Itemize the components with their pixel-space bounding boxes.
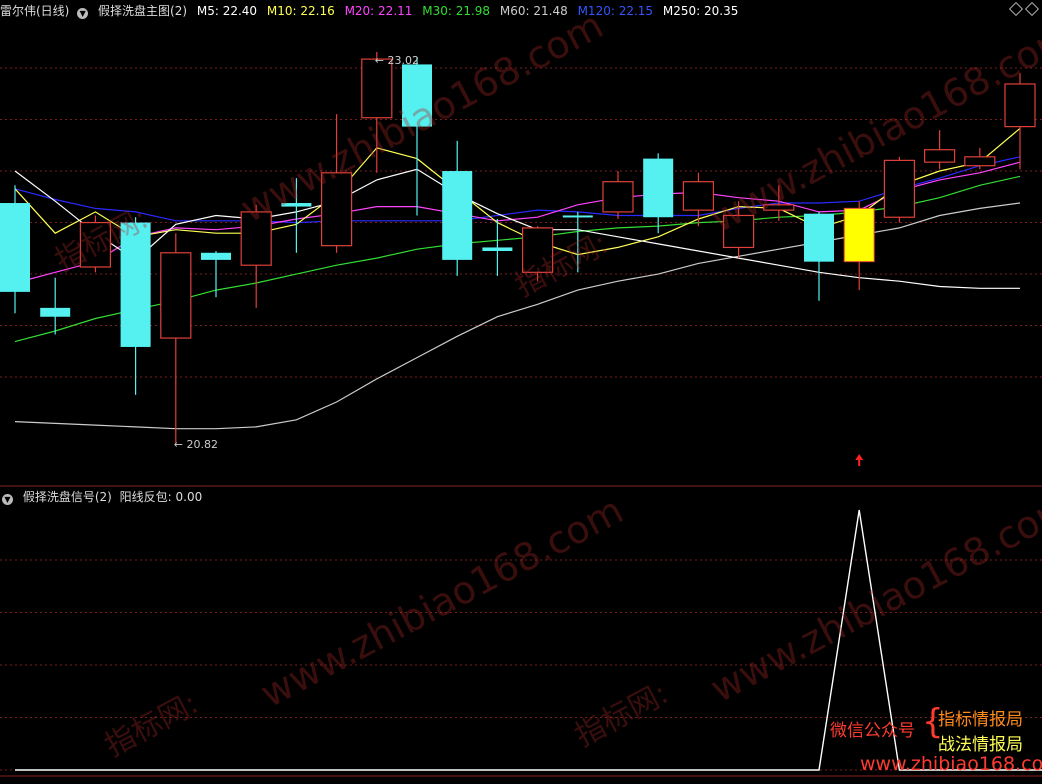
candle-body bbox=[1004, 83, 1036, 128]
candle-body bbox=[402, 64, 432, 127]
main-chart-header: 雷尔伟(日线) ▼ 假择洗盘主图(2) M5: 22.40 M10: 22.16… bbox=[0, 1, 744, 21]
chart-stage: ← 23.02 ← 20.82 www.zhibiao168.com www.zh… bbox=[0, 0, 1042, 780]
promo-line1: 指标情报局 bbox=[938, 710, 1023, 730]
high-annotation: ← 23.02 bbox=[375, 54, 419, 67]
sub-indicator-name: 假择洗盘信号(2) bbox=[22, 490, 112, 504]
signal-candle-body bbox=[843, 207, 875, 263]
candle-body bbox=[682, 181, 715, 211]
candle-body bbox=[804, 213, 834, 262]
candle-body bbox=[361, 58, 393, 119]
candle-body bbox=[240, 211, 272, 266]
candle-body bbox=[442, 171, 473, 260]
candle-body bbox=[763, 204, 795, 211]
ma-label-m30: M30: 21.98 bbox=[422, 4, 491, 18]
candle-body bbox=[923, 149, 956, 163]
candle-body bbox=[160, 252, 192, 339]
candle-body bbox=[201, 252, 231, 260]
promo-url: www.zhibiao168.com bbox=[860, 753, 1042, 775]
candle-body bbox=[40, 307, 71, 317]
chart-canvas: ← 23.02 ← 20.82 bbox=[0, 51, 1042, 777]
candle-body bbox=[120, 222, 151, 347]
candle-body bbox=[562, 215, 593, 218]
candle-body bbox=[281, 203, 312, 207]
chevron-down-icon[interactable]: ▼ bbox=[77, 8, 89, 19]
candle-body bbox=[643, 158, 674, 218]
ma-label-m250: M250: 20.35 bbox=[662, 4, 739, 18]
low-annotation: ← 20.82 bbox=[174, 438, 218, 451]
candle-body bbox=[79, 221, 112, 268]
ma-label-m20: M20: 22.11 bbox=[344, 4, 413, 18]
candle-body bbox=[722, 214, 755, 249]
ma-label-m10: M10: 22.16 bbox=[266, 4, 335, 18]
ma-label-m60: M60: 21.48 bbox=[499, 4, 568, 18]
candle-body bbox=[883, 159, 916, 218]
candle-body bbox=[0, 203, 30, 292]
stock-title: 雷尔伟(日线) bbox=[0, 4, 70, 18]
sub-chart-header: ▼ 假择洗盘信号(2) 阳线反包: 0.00 bbox=[0, 487, 208, 507]
ma-label-m120: M120: 22.15 bbox=[577, 4, 654, 18]
candle-body bbox=[964, 156, 996, 167]
promo-wechat: 微信公众号 bbox=[830, 721, 915, 741]
indicator-name: 假择洗盘主图(2) bbox=[98, 4, 188, 18]
candle-body bbox=[521, 227, 554, 273]
candle-body bbox=[602, 181, 634, 213]
sub-indicator-value: 阳线反包: 0.00 bbox=[119, 490, 203, 504]
chevron-down-icon[interactable]: ▼ bbox=[2, 494, 13, 505]
ma-label-m5: M5: 22.40 bbox=[196, 4, 258, 18]
candle-body bbox=[321, 172, 353, 247]
signal-arrow-icon bbox=[855, 454, 864, 466]
candle-body bbox=[482, 247, 513, 251]
promo-line2: 战法情报局 bbox=[938, 735, 1023, 755]
